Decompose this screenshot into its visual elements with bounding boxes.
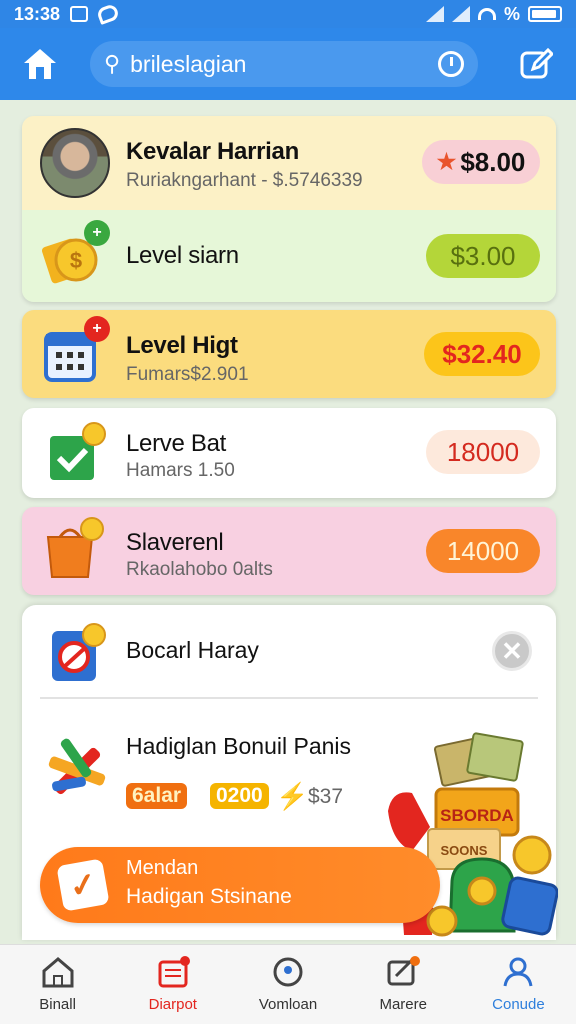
checkmark-icon: ✓ xyxy=(56,858,110,912)
edit-button[interactable] xyxy=(514,42,558,86)
avatar xyxy=(40,128,110,198)
home-icon xyxy=(42,957,74,988)
item-subtitle: Ruriakngarhant - $.5746339 xyxy=(126,170,363,191)
popup-title: Bocarl Haray xyxy=(126,637,259,663)
tab-label: Diarpot xyxy=(148,996,197,1013)
tab-label: Vomloan xyxy=(258,996,318,1013)
edit-icon xyxy=(520,47,553,79)
amount-badge: 14000 xyxy=(426,529,540,573)
tab-report[interactable]: Diarpot xyxy=(115,945,230,1024)
claim-bonus-button[interactable]: ✓ Mendan Hadigan Stsinane xyxy=(40,847,440,923)
svg-text:$: $ xyxy=(70,248,82,273)
list-item[interactable]: Lerve Bat Hamars 1.50 18000 xyxy=(22,408,556,498)
signal-icon xyxy=(451,6,470,22)
plus-badge-icon: + xyxy=(84,220,110,246)
cta-line-2: Hadigan Stsinane xyxy=(126,885,292,908)
coins-icon: $ + xyxy=(42,220,110,290)
close-icon: ✕ xyxy=(501,635,523,666)
list-item[interactable]: Slaverenl Rkaolahobo 0alts 14000 xyxy=(22,507,556,595)
tab-home[interactable]: Binall xyxy=(0,945,115,1024)
item-title: Kevalar Harrian xyxy=(126,138,299,165)
compass-icon xyxy=(273,957,303,987)
signal-icon xyxy=(425,6,444,22)
wifi-icon xyxy=(477,8,496,20)
item-subtitle: Rkaolahobo 0alts xyxy=(126,559,273,580)
divider xyxy=(40,697,538,699)
timer-icon[interactable] xyxy=(438,51,464,77)
amount-badge: ★ $8.00 xyxy=(422,140,540,184)
treasure-box-label: SOONS xyxy=(441,843,488,858)
item-subtitle: Hamars 1.50 xyxy=(126,460,235,481)
tab-download[interactable]: Vomloan xyxy=(230,945,345,1024)
bonus-tag: 6alar xyxy=(126,783,188,809)
user-icon xyxy=(503,957,533,987)
bonus-title: Hadiglan Bonuil Panis xyxy=(126,733,352,759)
tab-more[interactable]: Marere xyxy=(346,945,461,1024)
app-header: ⚲ brileslagian xyxy=(0,28,576,100)
item-title: Lerve Bat xyxy=(126,430,227,457)
edit-note-icon xyxy=(387,956,421,986)
bottom-tab-bar: Binall Diarpot Vomloan Marere Conude xyxy=(0,944,576,1024)
status-bar: 13:38 % xyxy=(0,0,576,28)
plus-badge-icon: + xyxy=(84,316,110,342)
tab-label: Binall xyxy=(39,996,76,1013)
photo-icon xyxy=(70,6,89,22)
clock: 13:38 xyxy=(14,3,61,24)
bird-app-icon xyxy=(95,3,121,25)
calendar-icon: + xyxy=(42,316,110,388)
search-icon: ⚲ xyxy=(104,51,121,76)
tab-label: Conude xyxy=(492,996,545,1013)
item-title: Slaverenl xyxy=(126,529,224,556)
treasure-label: SBORDA xyxy=(440,806,514,825)
account-card[interactable]: Kevalar Harrian Ruriakngarhant - $.57463… xyxy=(22,116,556,302)
bonus-value-tag: 0200 xyxy=(210,783,269,809)
item-title: Level Higt xyxy=(126,332,238,359)
battery-percent-symbol: % xyxy=(503,3,520,24)
tab-profile[interactable]: Conude xyxy=(461,945,576,1024)
list-item[interactable]: $ + Level siarn $3.00 xyxy=(22,210,556,302)
receipt-icon xyxy=(158,956,190,988)
battery-icon xyxy=(528,6,562,22)
close-button[interactable]: ✕ xyxy=(492,631,532,671)
amount-badge: $32.40 xyxy=(424,332,540,376)
fireworks-icon xyxy=(40,733,112,809)
tab-label: Marere xyxy=(379,996,427,1013)
bonus-popup: Bocarl Haray ✕ Hadiglan Bonuil Panis 6al… xyxy=(22,605,559,940)
bonus-amount: $37 xyxy=(308,785,344,808)
lightning-icon: ⚡ xyxy=(276,781,309,811)
amount-badge: $3.00 xyxy=(426,234,540,278)
checkbox-icon xyxy=(42,422,108,488)
item-title: Level siarn xyxy=(126,242,239,269)
home-icon xyxy=(24,49,56,79)
item-subtitle: Fumars$2.901 xyxy=(126,364,249,385)
list-item[interactable]: + Level Higt Fumars$2.901 $32.40 xyxy=(22,310,556,398)
cta-line-1: Mendan xyxy=(126,857,199,879)
list-item[interactable]: Kevalar Harrian Ruriakngarhant - $.57463… xyxy=(22,116,556,210)
home-button[interactable] xyxy=(18,42,62,86)
search-input[interactable]: ⚲ brileslagian xyxy=(90,41,478,87)
no-entry-icon xyxy=(48,623,108,685)
star-icon: ★ xyxy=(436,149,457,174)
search-text: brileslagian xyxy=(130,50,247,77)
shopping-bag-icon xyxy=(42,517,108,583)
amount-badge: 18000 xyxy=(426,430,540,474)
